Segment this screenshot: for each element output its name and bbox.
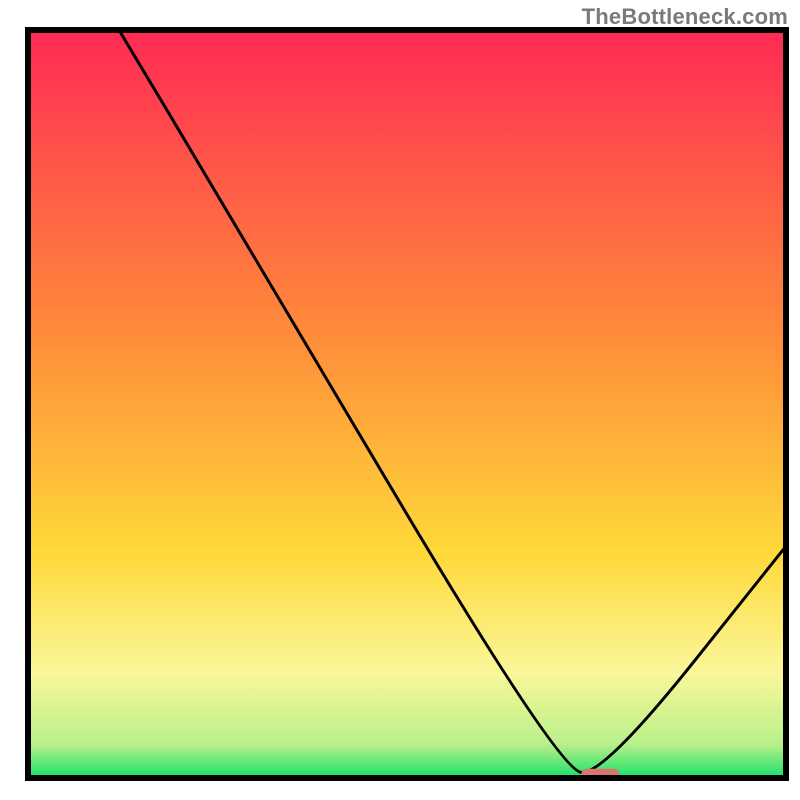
bottleneck-chart [0, 0, 800, 800]
watermark-text: TheBottleneck.com [582, 4, 788, 30]
plot-background [28, 30, 786, 778]
chart-container: TheBottleneck.com [0, 0, 800, 800]
